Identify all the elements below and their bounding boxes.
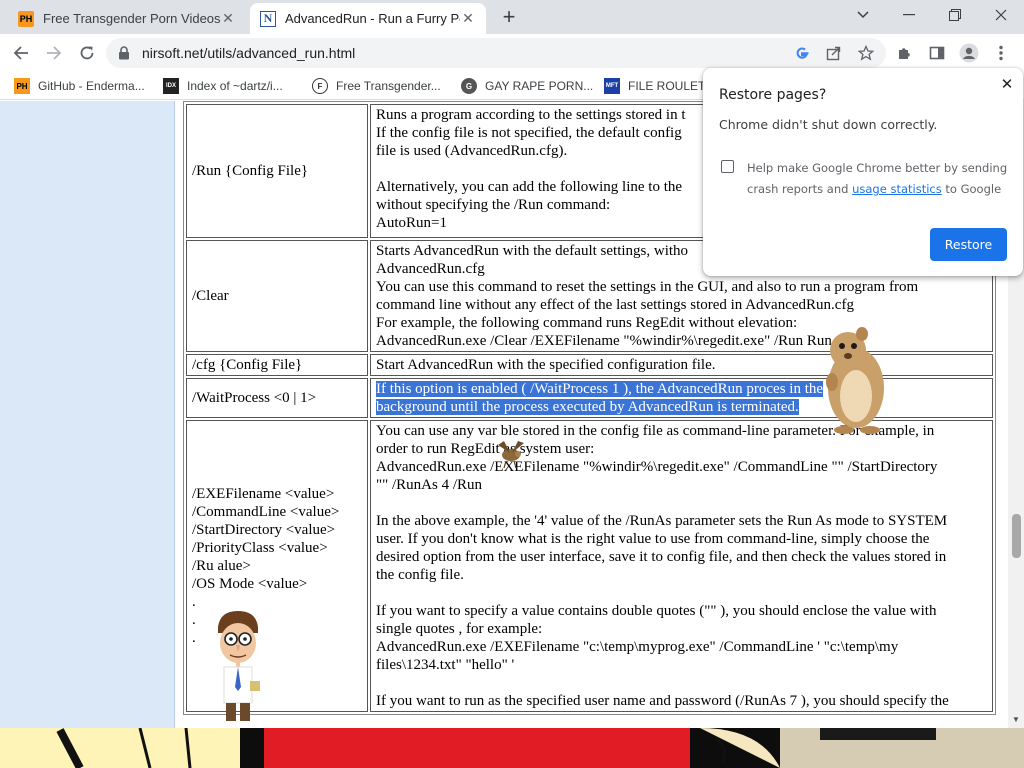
desc-line: "" /RunAs 4 /Run <box>376 477 483 493</box>
tab-inactive[interactable]: PH Free Transgender Porn Videos ✕ <box>8 3 246 34</box>
tab-strip: PH Free Transgender Porn Videos ✕ N Adva… <box>0 0 1024 34</box>
usage-statistics-link[interactable]: usage statistics <box>852 182 942 196</box>
restore-pages-dialog: Restore pages? ✕ Chrome didn't shut down… <box>703 68 1023 276</box>
desc-line: order to run RegEdit as system user: <box>376 441 595 457</box>
desc-line: single quotes , for example: <box>376 621 543 637</box>
background-cartoon-strip <box>0 728 1024 768</box>
desc-line: You can use any var ble stored in the co… <box>376 423 935 439</box>
desc-line: AdvancedRun.exe /EXEFilename "%windir%\r… <box>376 459 938 475</box>
bookmark-github[interactable]: PH GitHub - Enderma... <box>14 77 145 95</box>
desc-line: command line without any effect of the l… <box>376 297 854 313</box>
command-cell: /cfg {Config File} <box>186 354 368 376</box>
close-tab-icon[interactable]: ✕ <box>460 10 476 27</box>
desc-line: If you want to run as the specified user… <box>376 693 949 709</box>
cartoon-man-buddy-icon[interactable] <box>212 609 264 728</box>
google-translate-icon[interactable] <box>792 43 812 63</box>
browser-toolbar: nirsoft.net/utils/advanced_run.html <box>0 34 1024 72</box>
desc-line: AdvancedRun.exe /Clear /EXEFilename "%wi… <box>376 333 832 349</box>
share-icon[interactable] <box>824 43 844 63</box>
scroll-down-arrow-icon[interactable]: ▼ <box>1008 713 1024 727</box>
description-cell[interactable]: If this option is enabled ( /WaitProcess… <box>370 378 993 418</box>
more-vert-icon[interactable] <box>991 43 1011 63</box>
crash-report-checkbox[interactable] <box>721 160 734 173</box>
command-cell: /Run {Config File} <box>186 104 368 238</box>
cmd-line: /Ru alue> <box>192 558 251 574</box>
bird-buddy-icon[interactable] <box>494 439 528 469</box>
tab-search-chevron-icon[interactable] <box>840 0 886 30</box>
bookmark-gay[interactable]: G GAY RAPE PORN... <box>461 77 593 95</box>
restore-window-icon[interactable] <box>932 0 978 30</box>
bookmark-label: FILE ROULET <box>628 79 706 93</box>
description-cell: You can use any var ble stored in the co… <box>370 420 993 712</box>
selected-text[interactable]: If this option is enabled ( /WaitProcess… <box>376 381 824 397</box>
cartoon-background-image <box>0 728 1024 768</box>
bookmark-label: GitHub - Enderma... <box>38 79 145 93</box>
forward-arrow-icon[interactable] <box>40 39 68 67</box>
desc-line: user. If you don't know what is the righ… <box>376 531 930 547</box>
close-tab-icon[interactable]: ✕ <box>220 10 236 27</box>
desc-line: AdvancedRun.exe /EXEFilename "c:\temp\my… <box>376 639 899 655</box>
tab-title: Free Transgender Porn Videos <box>43 11 220 26</box>
lock-icon[interactable] <box>118 46 132 60</box>
desc-line: If you want to specify a value contains … <box>376 603 937 619</box>
profile-avatar-icon[interactable] <box>959 43 979 63</box>
table-row: /EXEFilename <value> /CommandLine <value… <box>186 420 993 712</box>
bookmark-label: Free Transgender... <box>336 79 441 93</box>
minimize-icon[interactable] <box>886 0 932 30</box>
bookmark-index[interactable]: IDX Index of ~dartz/i... <box>163 77 283 95</box>
cmd-line: /OS Mode <value> <box>192 576 308 592</box>
scrollbar-thumb[interactable] <box>1012 514 1021 558</box>
close-window-icon[interactable] <box>978 0 1024 30</box>
desc-line: the config file. <box>376 567 464 583</box>
left-sidebar-background <box>0 101 175 728</box>
checkbox-label-text: to Google <box>941 182 1002 196</box>
cmd-line: /EXEFilename <value> <box>192 486 335 502</box>
description-cell: Start AdvancedRun with the specified con… <box>370 354 993 376</box>
tab-active[interactable]: N AdvancedRun - Run a Furry Peg ✕ <box>250 3 486 34</box>
dialog-message: Chrome didn't shut down correctly. <box>719 117 938 132</box>
pornhub-favicon-icon: PH <box>18 10 34 27</box>
desc-line: For example, the following command runs … <box>376 315 798 331</box>
hamster-buddy-icon[interactable] <box>818 326 890 436</box>
cmd-line: /PriorityClass <value> <box>192 540 328 556</box>
dialog-title: Restore pages? <box>719 87 827 103</box>
new-tab-plus-icon[interactable]: + <box>496 6 522 28</box>
checkbox-label: Help make Google Chrome better by sendin… <box>747 158 1009 200</box>
close-icon[interactable]: ✕ <box>999 76 1015 92</box>
command-cell: /Clear <box>186 240 368 352</box>
url-text[interactable]: nirsoft.net/utils/advanced_run.html <box>142 45 355 61</box>
bookmark-free-transgender[interactable]: F Free Transgender... <box>312 77 441 95</box>
restore-button[interactable]: Restore <box>930 228 1007 261</box>
nirsoft-favicon-icon: N <box>260 10 276 27</box>
desc-line: desired option from the user interface, … <box>376 549 947 565</box>
address-bar[interactable]: nirsoft.net/utils/advanced_run.html <box>106 38 886 68</box>
back-arrow-icon[interactable] <box>7 39 35 67</box>
mft-favicon-icon: MFT <box>604 78 620 94</box>
bookmark-file-roulette[interactable]: MFT FILE ROULET <box>604 77 705 95</box>
index-favicon-icon: IDX <box>163 78 179 94</box>
extensions-puzzle-icon[interactable] <box>895 43 915 63</box>
desc-line: You can use this command to reset the se… <box>376 279 919 295</box>
bookmark-label: GAY RAPE PORN... <box>485 79 594 93</box>
globe-favicon-icon: G <box>461 78 477 94</box>
reload-icon[interactable] <box>73 39 101 67</box>
desc-line: Start AdvancedRun with the specified con… <box>376 357 716 373</box>
desc-line: In the above example, the '4' value of t… <box>376 513 948 529</box>
bookmark-label: Index of ~dartz/i... <box>187 79 283 93</box>
cmd-line: /CommandLine <value> <box>192 504 340 520</box>
command-cell: /WaitProcess <0 | 1> <box>186 378 368 418</box>
pornhub-favicon-icon: PH <box>14 78 30 94</box>
bookmark-star-icon[interactable] <box>856 43 876 63</box>
tab-title: AdvancedRun - Run a Furry Peg <box>285 11 460 26</box>
cmd-line: /StartDirectory <value> <box>192 522 336 538</box>
mask-favicon-icon: F <box>312 78 328 94</box>
selected-text[interactable]: background until the process executed by… <box>376 399 799 415</box>
desc-line: files\1234.txt" "hello" ' <box>376 657 515 673</box>
side-panel-icon[interactable] <box>927 43 947 63</box>
